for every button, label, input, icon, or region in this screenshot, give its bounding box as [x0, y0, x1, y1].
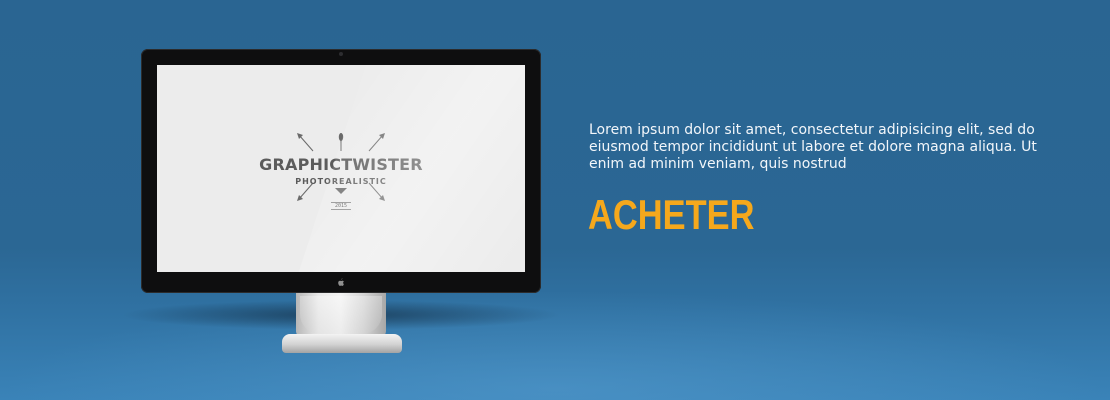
monitor-screen: GRAPHICTWISTER PHOTOREALISTIC 2015: [157, 65, 525, 272]
apple-icon: [337, 278, 345, 287]
acheter-button[interactable]: ACHETER: [588, 191, 754, 239]
monitor: GRAPHICTWISTER PHOTOREALISTIC 2015: [141, 49, 541, 293]
monitor-stand-inner: [300, 296, 382, 334]
hero-banner: GRAPHICTWISTER PHOTOREALISTIC 2015 Lorem…: [0, 0, 1110, 400]
monitor-stand-base: [282, 334, 402, 353]
hero-description: Lorem ipsum dolor sit amet, consectetur …: [589, 122, 1037, 172]
camera-dot: [339, 52, 343, 56]
